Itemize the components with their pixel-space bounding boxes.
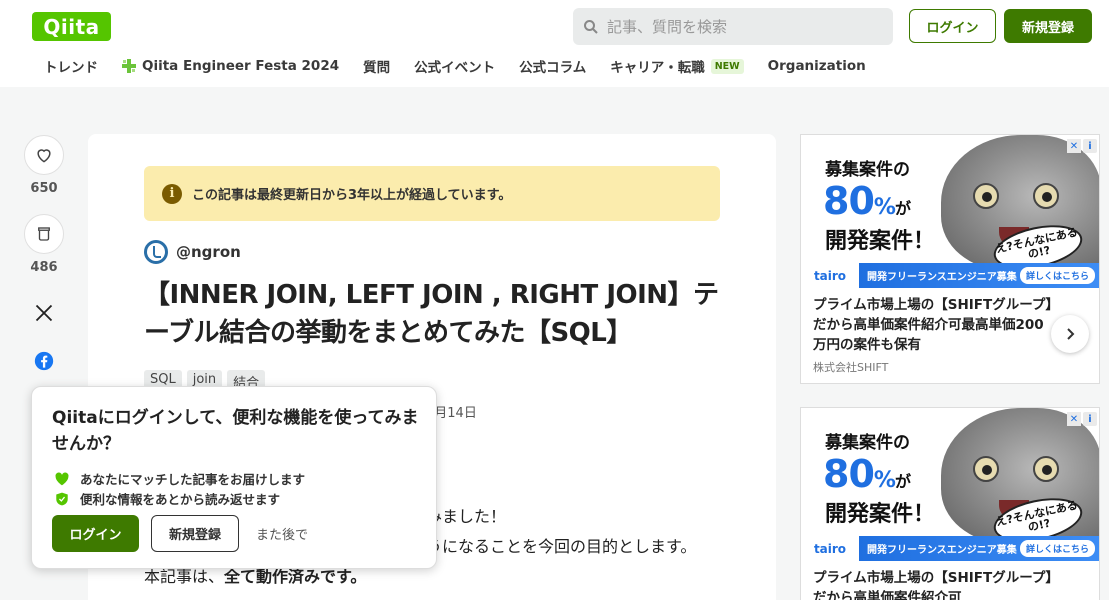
ad-headline: 募集案件の xyxy=(825,433,910,453)
body-text: 本記事は、 xyxy=(144,567,225,586)
site-header: Qiita ログイン 新規登録 トレンド Qiita Engineer Fest… xyxy=(0,0,1109,87)
ad-brand: tairo xyxy=(801,536,859,561)
nav-item-festa[interactable]: Qiita Engineer Festa 2024 xyxy=(122,58,339,74)
ad-copy[interactable]: プライム市場上場の【SHIFTグループ】だから高単価案件紹介可最高単価200万円… xyxy=(813,295,1053,355)
outdated-notice: i この記事は最終更新日から3年以上が経過しています。 xyxy=(144,166,720,221)
ad-info-icon[interactable]: i xyxy=(1083,139,1097,153)
nav-label: 公式イベント xyxy=(414,60,496,76)
ad-strip-bar: 開発フリーランスエンジニア募集 詳しくはこちら xyxy=(859,263,1099,288)
ad-pct-suffix: が xyxy=(894,199,911,218)
sidebar-ad[interactable]: 募集案件の 80%が 開発案件！ え?そんなにあるの!? ✕ i tairo 開… xyxy=(800,134,1100,384)
nav-label: 公式コラム xyxy=(519,60,587,76)
ad-detail-button[interactable]: 詳しくはこちら xyxy=(1019,267,1095,284)
stock-button[interactable] xyxy=(24,214,64,254)
signup-button[interactable]: 新規登録 xyxy=(1004,9,1092,43)
ad-percentage: 80%が xyxy=(823,179,911,223)
author-name: @ngron xyxy=(176,243,241,261)
ad-percentage: 80%が xyxy=(823,452,911,496)
login-prompt-popup: Qiitaにログインして、便利な機能を使ってみませんか？ あなたにマッチした記事… xyxy=(31,386,437,569)
ad-headline: 募集案件の xyxy=(825,160,910,180)
ad-close-icon[interactable]: ✕ xyxy=(1067,139,1081,153)
stock-count: 486 xyxy=(30,260,58,275)
new-badge: NEW xyxy=(710,58,744,74)
login-button[interactable]: ログイン xyxy=(909,9,996,43)
nav-item-career[interactable]: キャリア・転職 NEW xyxy=(610,56,744,76)
nav-label: トレンド xyxy=(44,60,98,76)
nav-item-questions[interactable]: 質問 xyxy=(363,56,390,76)
like-button[interactable] xyxy=(24,135,64,175)
ad-detail-button[interactable]: 詳しくはこちら xyxy=(1019,540,1095,557)
ad-company: 株式会社SHIFT xyxy=(813,361,889,374)
body-line: うになることを今回の目的とします。 xyxy=(426,537,697,556)
popup-signup-button[interactable]: 新規登録 xyxy=(151,515,239,552)
nav-label: キャリア・転職 xyxy=(610,60,705,76)
nav-item-trend[interactable]: トレンド xyxy=(44,56,98,76)
ad-pct-value: 80 xyxy=(823,179,875,223)
ad-strip-bar: 開発フリーランスエンジニア募集 詳しくはこちら xyxy=(859,536,1099,561)
ad-brand: tairo xyxy=(801,263,859,288)
sidebar-ad[interactable]: 募集案件の 80%が 開発案件！ え?そんなにあるの!? ✕ i tairo 開… xyxy=(800,407,1100,600)
facebook-icon xyxy=(34,351,54,371)
search-box[interactable] xyxy=(573,8,893,45)
avatar xyxy=(144,240,168,264)
ad-next-button[interactable] xyxy=(1051,315,1089,353)
author[interactable]: @ngron xyxy=(144,240,241,264)
chevron-right-icon xyxy=(1067,328,1075,340)
nav-item-column[interactable]: 公式コラム xyxy=(519,56,586,76)
ad-headline: 開発案件！ xyxy=(825,229,936,254)
x-icon xyxy=(35,304,53,322)
ad-strip: tairo 開発フリーランスエンジニア募集 詳しくはこちら xyxy=(801,536,1099,561)
ad-pct-suffix: が xyxy=(894,472,911,491)
ad-copy[interactable]: プライム市場上場の【SHIFTグループ】だから高単価案件紹介可 xyxy=(813,568,1053,600)
feature-item: あなたにマッチした記事をお届けします xyxy=(54,469,305,488)
search-input[interactable] xyxy=(607,17,867,36)
feature-text: 便利な情報をあとから読み返せます xyxy=(80,492,281,507)
ad-close-icon[interactable]: ✕ xyxy=(1067,412,1081,426)
ad-strip: tairo 開発フリーランスエンジニア募集 詳しくはこちら xyxy=(801,263,1099,288)
article-actions: 650 486 xyxy=(24,135,64,381)
feature-item: 便利な情報をあとから読み返せます xyxy=(54,489,280,508)
like-count: 650 xyxy=(30,181,58,196)
feature-text: あなたにマッチした記事をお届けします xyxy=(80,472,306,487)
notice-text: この記事は最終更新日から3年以上が経過しています。 xyxy=(192,188,512,203)
popup-login-button[interactable]: ログイン xyxy=(52,515,139,552)
nav-label: 質問 xyxy=(363,60,391,76)
nav-label: Qiita Engineer Festa 2024 xyxy=(142,58,340,74)
main-nav: トレンド Qiita Engineer Festa 2024 質問 公式イベント… xyxy=(44,56,890,76)
shield-check-icon xyxy=(56,492,68,505)
nav-item-events[interactable]: 公式イベント xyxy=(414,56,495,76)
ad-headline: 開発案件！ xyxy=(825,502,936,527)
qiita-logo[interactable]: Qiita xyxy=(32,12,111,41)
festa-icon xyxy=(122,59,136,73)
ad-banner-image[interactable]: 募集案件の 80%が 開発案件！ え?そんなにあるの!? ✕ i xyxy=(801,135,1099,263)
popup-title: Qiitaにログインして、便利な機能を使ってみませんか？ xyxy=(52,408,419,454)
share-x-button[interactable] xyxy=(24,293,64,333)
body-line: みました！ xyxy=(426,507,507,526)
ad-pct-value: 80 xyxy=(823,452,875,496)
body-bold: 全て動作済みです。 xyxy=(224,567,367,586)
ad-banner-image[interactable]: 募集案件の 80%が 開発案件！ え?そんなにあるの!? ✕ i xyxy=(801,408,1099,536)
search-icon xyxy=(584,19,598,34)
nav-label: Organization xyxy=(767,58,866,74)
ad-info-icon[interactable]: i xyxy=(1083,412,1097,426)
ad-strip-text: 開発フリーランスエンジニア募集 xyxy=(867,545,1017,556)
stock-icon xyxy=(38,227,50,241)
ad-pct-unit: % xyxy=(873,195,896,220)
heart-icon xyxy=(37,149,51,163)
popup-later-link[interactable]: また後で xyxy=(256,524,308,543)
heart-icon xyxy=(55,471,69,485)
share-facebook-button[interactable] xyxy=(24,341,64,381)
info-icon: i xyxy=(162,183,182,204)
nav-item-organization[interactable]: Organization xyxy=(768,58,866,74)
ad-strip-text: 開発フリーランスエンジニア募集 xyxy=(867,272,1017,283)
article-title: 【INNER JOIN, LEFT JOIN , RIGHT JOIN】テーブル… xyxy=(144,280,719,348)
ad-pct-unit: % xyxy=(873,468,896,493)
